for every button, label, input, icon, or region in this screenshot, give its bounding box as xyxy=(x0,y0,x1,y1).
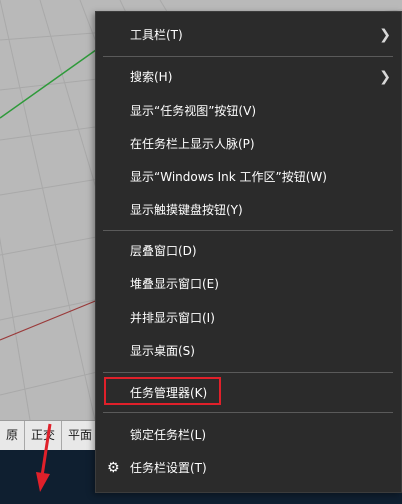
menu-item-lock-taskbar[interactable]: 锁定任务栏(L) xyxy=(96,419,401,452)
menu-item-show-ink[interactable]: 显示“Windows Ink 工作区”按钮(W) xyxy=(96,161,401,194)
menu-label-search: 搜索(H) xyxy=(130,70,173,84)
menu-item-show-people[interactable]: 在任务栏上显示人脉(P) xyxy=(96,128,401,161)
menu-item-toolbars[interactable]: 工具栏(T) ❯ xyxy=(96,19,401,52)
gear-icon: ⚙ xyxy=(107,460,120,476)
status-cell-ortho[interactable]: 正交 xyxy=(25,421,63,450)
menu-item-search[interactable]: 搜索(H) ❯ xyxy=(96,61,401,94)
menu-separator xyxy=(103,230,393,231)
menu-label-taskbar-settings: 任务栏设置(T) xyxy=(130,461,207,475)
status-cell-planar[interactable]: 平面 xyxy=(62,421,100,450)
red-highlight-box xyxy=(104,377,221,405)
menu-item-show-desktop[interactable]: 显示桌面(S) xyxy=(96,335,401,368)
chevron-right-icon: ❯ xyxy=(379,69,391,85)
menu-item-show-task-view[interactable]: 显示“任务视图”按钮(V) xyxy=(96,95,401,128)
menu-label-toolbars: 工具栏(T) xyxy=(130,28,183,42)
menu-item-cascade[interactable]: 层叠窗口(D) xyxy=(96,235,401,268)
chevron-right-icon: ❯ xyxy=(379,27,391,43)
menu-separator xyxy=(103,372,393,373)
menu-item-taskbar-settings[interactable]: ⚙ 任务栏设置(T) xyxy=(96,452,401,485)
menu-item-side-by-side[interactable]: 并排显示窗口(I) xyxy=(96,302,401,335)
menu-item-show-touch-keyboard[interactable]: 显示触摸键盘按钮(Y) xyxy=(96,194,401,227)
menu-separator xyxy=(103,412,393,413)
status-cell-snap[interactable]: 原 xyxy=(0,421,26,450)
menu-item-stacked[interactable]: 堆叠显示窗口(E) xyxy=(96,268,401,301)
taskbar-context-menu: 工具栏(T) ❯ 搜索(H) ❯ 显示“任务视图”按钮(V) 在任务栏上显示人脉… xyxy=(95,11,402,493)
menu-separator xyxy=(103,56,393,57)
